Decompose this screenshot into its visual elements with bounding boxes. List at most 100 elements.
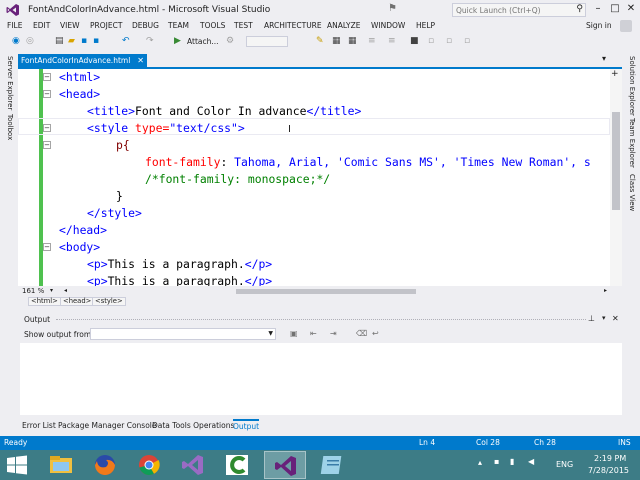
editor-scroll-thumb[interactable] [612,112,620,210]
redo-icon[interactable]: ↷ [146,35,154,47]
panel-grip[interactable] [56,319,586,320]
windows-start-icon[interactable] [6,455,28,475]
back-icon[interactable]: ◉ [12,35,20,47]
menu-file[interactable]: FILE [7,21,22,30]
indent-icon[interactable]: ≡ [368,35,376,47]
clear-bookmarks-icon[interactable]: ▫ [464,35,470,47]
save-icon[interactable]: ▪ [81,35,87,47]
current-line-highlight [18,118,610,135]
chrome-icon[interactable] [128,451,170,479]
visual-studio-logo-icon [6,4,19,16]
solution-explorer-tab[interactable]: Solution Explorer [626,56,636,116]
fold-toggle-icon[interactable]: − [43,141,51,149]
class-view-tab[interactable]: Class View [626,174,636,211]
close-tab-icon[interactable]: ✕ [137,54,144,67]
volume-icon[interactable]: ◀ [528,457,534,466]
outdent-icon[interactable]: ≡ [388,35,396,47]
split-window-icon[interactable]: + [611,69,619,79]
zoom-level[interactable]: 161 % [22,287,44,295]
feedback-flag-icon[interactable]: ⚑ [388,4,398,14]
attach-button[interactable]: Attach... [187,37,219,46]
bookmark-next-icon[interactable]: ▫ [428,35,434,47]
code-line: font-family: Tahoma, Arial, 'Comic Sans … [145,155,591,169]
close-panel-icon[interactable]: ✕ [612,314,619,323]
show-output-from-label: Show output from: [24,330,94,339]
menu-tools[interactable]: TOOLS [200,21,225,30]
bookmark-icon[interactable]: ■ [410,35,419,47]
menu-view[interactable]: VIEW [60,21,80,30]
zoom-dropdown-icon[interactable]: ▾ [50,287,53,294]
prev-message-icon[interactable]: ⇤ [310,329,317,338]
network-icon[interactable]: ▮ [510,457,514,466]
word-wrap-icon[interactable]: ↩ [372,329,379,338]
editor-hscroll-thumb[interactable] [236,289,416,294]
sign-in-link[interactable]: Sign in [586,21,612,30]
user-avatar-icon[interactable] [620,20,632,32]
menu-analyze[interactable]: ANALYZE [327,21,361,30]
document-tab[interactable]: FontAndColorInAdvance.html ✕ [18,54,147,67]
visual-studio-taskbar-icon[interactable] [264,451,306,479]
bookmark-prev-icon[interactable]: ▫ [446,35,452,47]
clear-all-icon[interactable]: ⌫ [356,329,367,338]
tab-error-list[interactable]: Error List [22,421,56,430]
panel-menu-icon[interactable]: ▾ [602,314,606,322]
code-line: /*font-family: monospace;*/ [145,172,331,186]
output-source-select[interactable]: ▼ [90,328,276,340]
search-icon[interactable]: ⚲ [576,4,583,14]
fold-toggle-icon[interactable]: − [43,73,51,81]
undo-icon[interactable]: ↶ [122,35,130,47]
next-message-icon[interactable]: ⇥ [330,329,337,338]
tab-package-manager-console[interactable]: Package Manager Console [58,421,157,430]
team-explorer-tab[interactable]: Team Explorer [626,118,636,168]
menu-debug[interactable]: DEBUG [132,21,159,30]
notepad-icon[interactable] [312,451,354,479]
close-button[interactable]: ✕ [622,2,640,16]
menu-help[interactable]: HELP [416,21,435,30]
clock-time[interactable]: 2:19 PM [594,454,626,463]
fold-toggle-icon[interactable]: − [43,243,51,251]
output-text-area[interactable] [20,343,622,415]
new-project-icon[interactable]: ▤ [55,35,64,47]
find-message-icon[interactable]: ▣ [290,329,298,338]
breadcrumb-html[interactable]: <html> [28,297,61,306]
settings-icon[interactable]: ⚙ [226,35,234,47]
firefox-icon[interactable] [84,451,126,479]
open-file-icon[interactable]: ▰ [68,35,75,47]
clock-date[interactable]: 7/28/2015 [588,466,629,475]
menu-edit[interactable]: EDIT [33,21,50,30]
toolbox-tab[interactable]: Toolbox [4,114,14,140]
menu-test[interactable]: TEST [234,21,253,30]
menu-window[interactable]: WINDOW [371,21,405,30]
forward-icon[interactable]: ◎ [26,35,34,47]
pin-icon[interactable]: ⊥ [588,314,595,323]
quick-launch-box[interactable]: ⚲ [452,3,586,17]
solution-config-combo[interactable] [246,36,288,47]
breadcrumb-head[interactable]: <head> [60,297,95,306]
menu-architecture[interactable]: ARCHITECTURE [264,21,322,30]
tab-dropdown-icon[interactable]: ▾ [602,54,606,63]
tab-data-tools-operations[interactable]: Data Tools Operations [152,421,234,430]
status-column: Col 28 [476,438,500,447]
menu-project[interactable]: PROJECT [90,21,122,30]
tray-arrow-icon[interactable]: ▴ [478,458,482,467]
breadcrumb-style[interactable]: <style> [92,297,126,306]
quick-launch-input[interactable] [453,4,571,16]
language-indicator[interactable]: ENG [556,460,573,469]
find-icon[interactable]: ✎ [316,35,324,47]
toolbar-icon-b[interactable]: ▦ [348,35,357,47]
toolbar-icon-a[interactable]: ▦ [332,35,341,47]
scroll-right-icon[interactable]: ▸ [604,287,607,294]
camtasia-icon[interactable] [216,451,258,479]
menu-team[interactable]: TEAM [168,21,189,30]
code-editor[interactable]: <html> <head> <title>Font and Color In a… [18,69,610,286]
visual-studio-express-icon[interactable] [172,451,214,479]
file-explorer-icon[interactable] [40,451,82,479]
server-explorer-tab[interactable]: Server Explorer [4,56,14,110]
save-all-icon[interactable]: ▪ [93,35,99,47]
start-debug-icon[interactable]: ▶ [174,35,181,47]
tray-icon[interactable]: ▪ [494,457,499,466]
scroll-left-icon[interactable]: ◂ [64,287,67,294]
fold-toggle-icon[interactable]: − [43,90,51,98]
minimize-button[interactable]: – [589,2,607,16]
tab-output[interactable]: Output [233,419,260,431]
